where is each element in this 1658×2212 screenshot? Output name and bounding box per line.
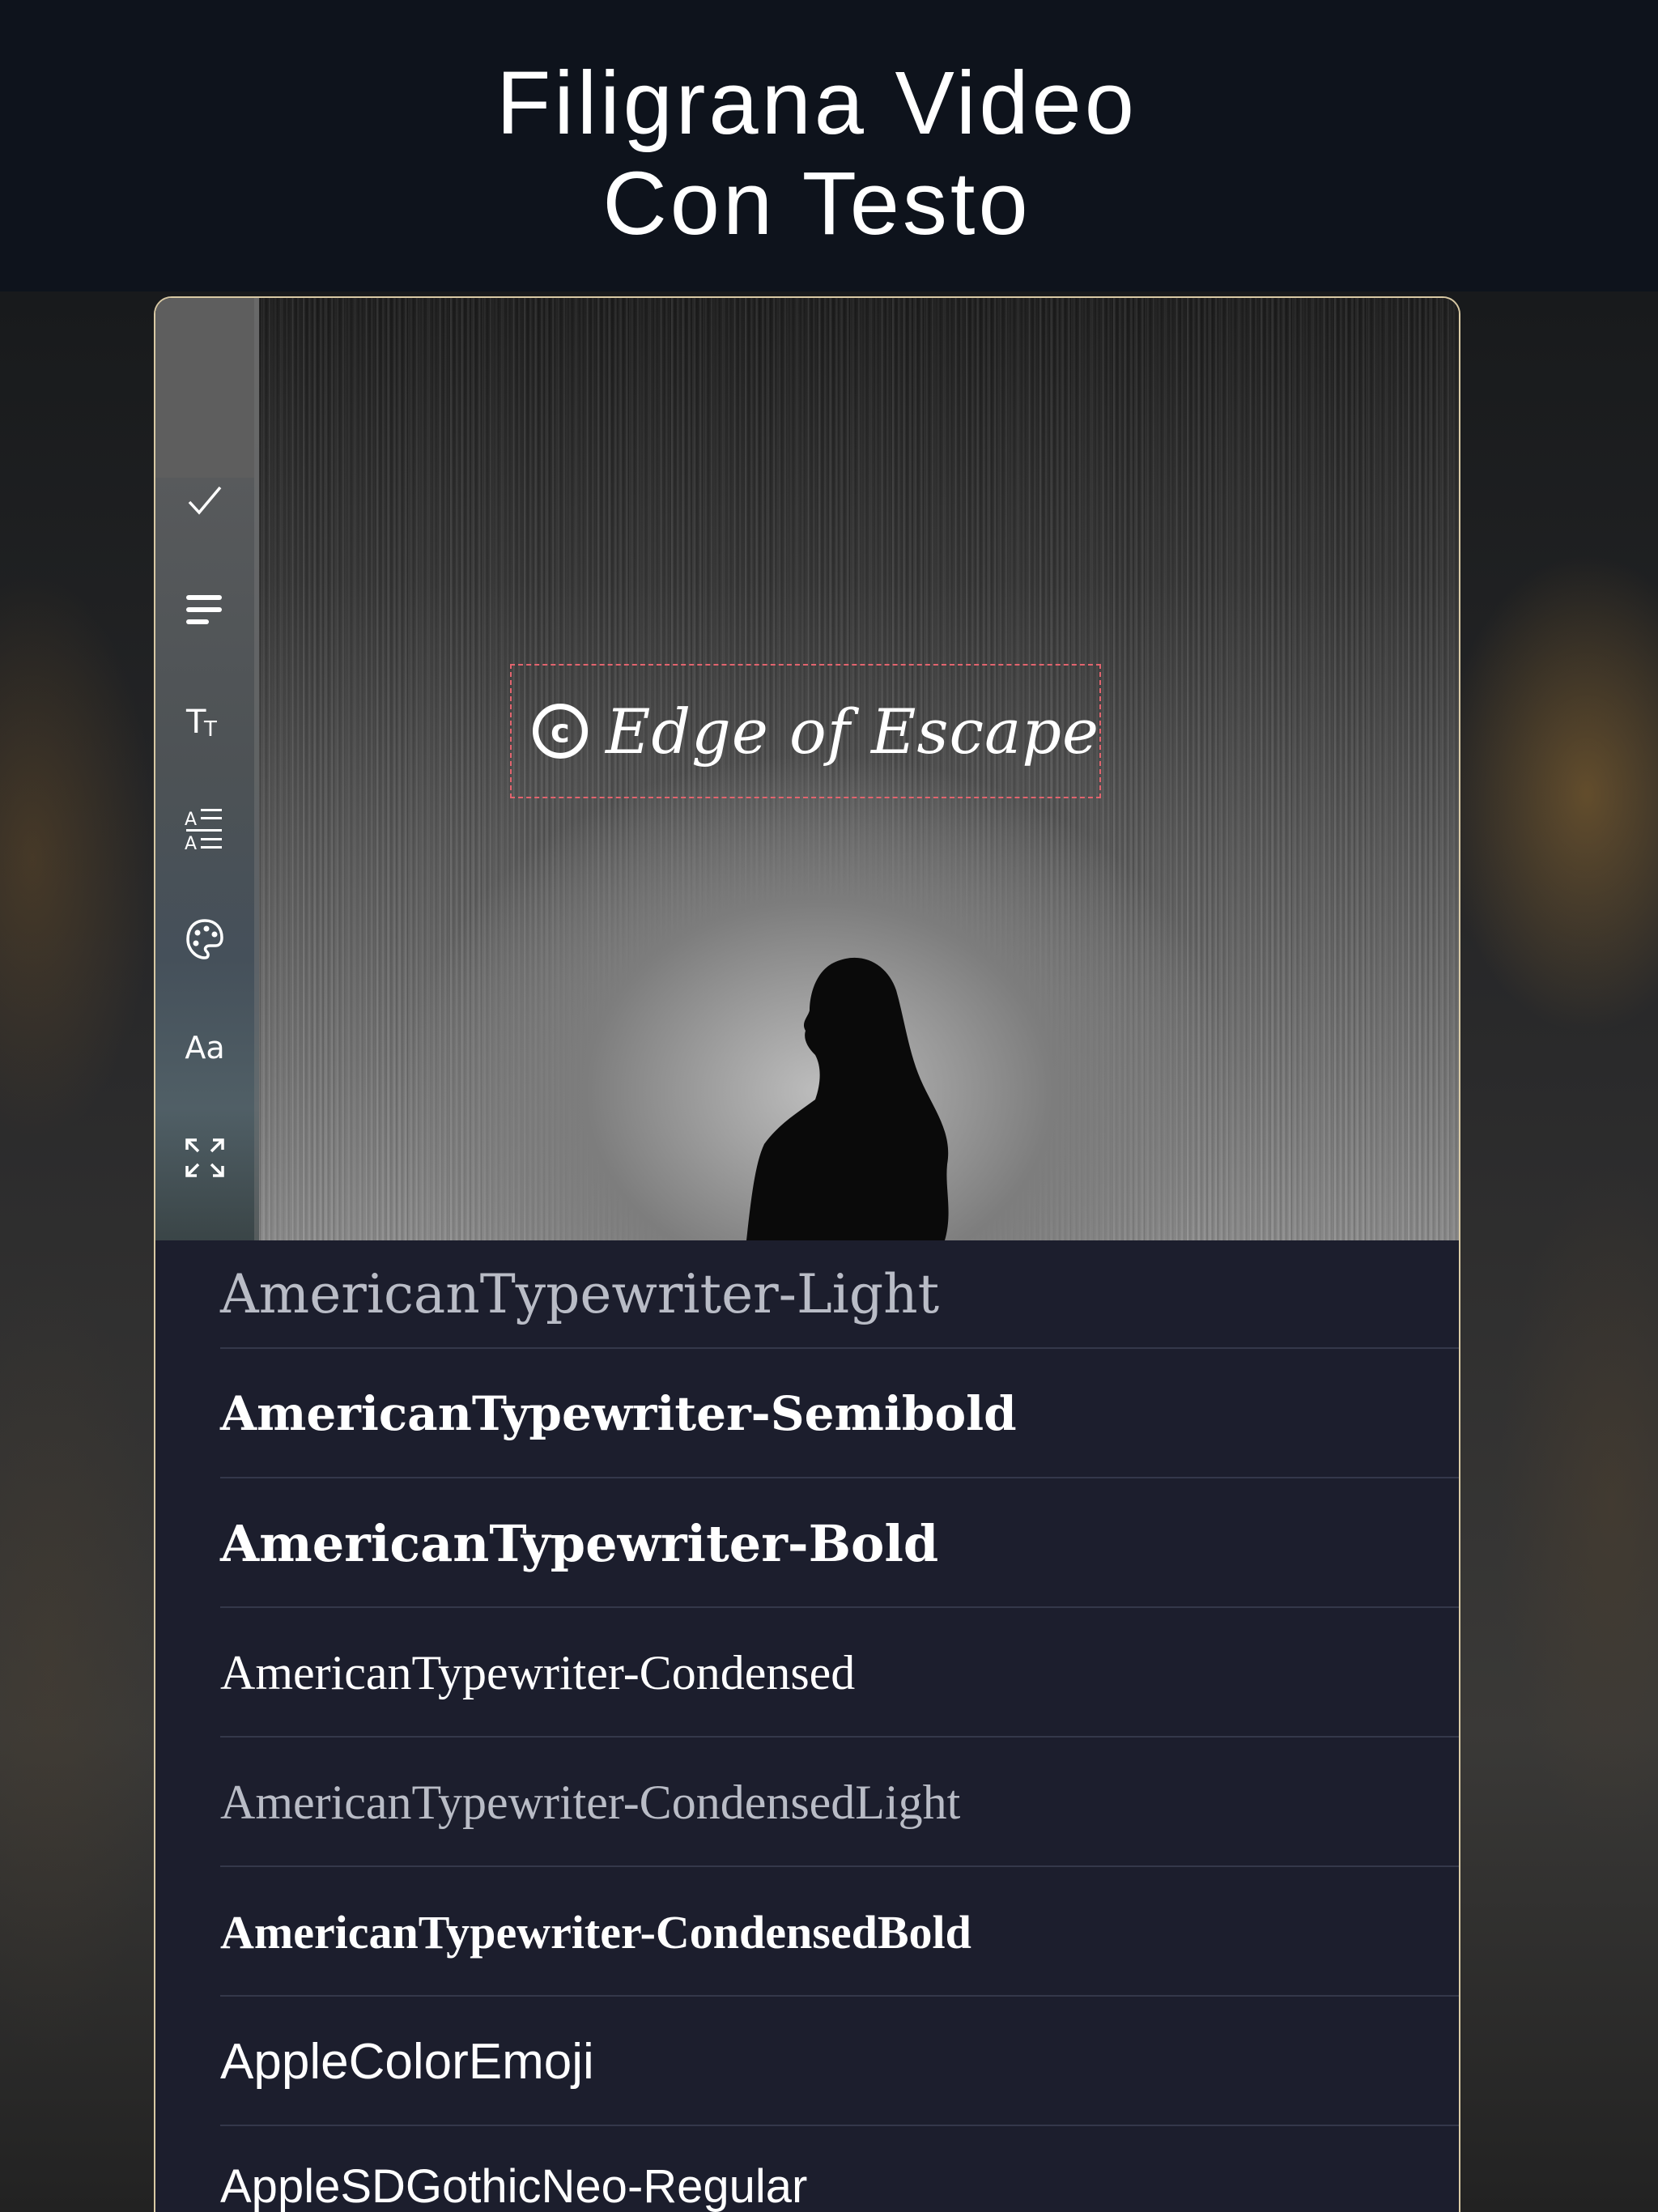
line-spacing-button[interactable]: A A [155,797,254,861]
font-button[interactable]: Aa [155,1015,254,1080]
svg-text:c: c [551,713,570,751]
promo-headline: Filigrana Video Con Testo [0,53,1658,254]
checkmark-icon [188,486,222,515]
fullscreen-button[interactable] [155,1125,254,1190]
editing-toolbar: T T A A Aa [155,298,259,1240]
font-item-american-typewriter-semibold[interactable]: AmericanTypewriter-Semibold [220,1347,1459,1478]
font-item-american-typewriter-bold[interactable]: AmericanTypewriter-Bold [220,1477,1459,1608]
font-item-label: AmericanTypewriter-CondensedLight [220,1775,961,1829]
font-item-label: AmericanTypewriter-Light [220,1262,940,1325]
font-item-label: AppleColorEmoji [220,2033,594,2090]
color-button[interactable] [155,907,254,972]
font-item-label: AmericanTypewriter-Condensed [220,1645,856,1699]
font-item-applesdgothicneo-regular[interactable]: AppleSDGothicNeo-Regular [220,2125,1459,2212]
svg-text:A: A [185,834,197,853]
font-list: AmericanTypewriter-Light AmericanTypewri… [155,1240,1459,2212]
text-align-button[interactable] [155,578,254,643]
watermark-label: Edge of Escape [606,695,1099,768]
text-size-button[interactable]: T T [155,688,254,753]
font-item-american-typewriter-condensed[interactable]: AmericanTypewriter-Condensed [220,1606,1459,1738]
copyright-icon: c [533,703,589,759]
video-preview: c Edge of Escape T T A A Aa [155,298,1459,1240]
confirm-button[interactable] [155,468,254,533]
device-screen: c Edge of Escape T T A A Aa AmericanType… [155,298,1459,2212]
font-item-label: AmericanTypewriter-Bold [220,1513,939,1573]
headline-line-2: Con Testo [602,154,1031,253]
watermark-text-box[interactable]: c Edge of Escape [510,664,1101,798]
svg-text:A: A [185,810,197,830]
font-item-applecoloremoji[interactable]: AppleColorEmoji [220,1995,1459,2126]
font-item-label: AppleSDGothicNeo-Regular [220,2160,808,2212]
font-item-american-typewriter-condensedbold[interactable]: AmericanTypewriter-CondensedBold [220,1865,1459,1997]
text-size-icon: T T [185,704,217,741]
headline-line-1: Filigrana Video [496,53,1137,153]
font-item-label: AmericanTypewriter-Semibold [220,1386,1017,1441]
line-spacing-icon: A A [185,809,222,853]
toolbar-header [155,298,254,478]
font-item-american-typewriter-light[interactable]: AmericanTypewriter-Light [220,1240,1459,1347]
font-item-label: AmericanTypewriter-CondensedBold [220,1905,971,1959]
font-item-american-typewriter-condensedlight[interactable]: AmericanTypewriter-CondensedLight [220,1736,1459,1867]
expand-icon [185,1138,224,1177]
text-align-icon [186,595,222,624]
svg-text:T: T [203,717,217,741]
font-icon: Aa [185,1030,225,1066]
color-palette-icon [186,919,223,959]
